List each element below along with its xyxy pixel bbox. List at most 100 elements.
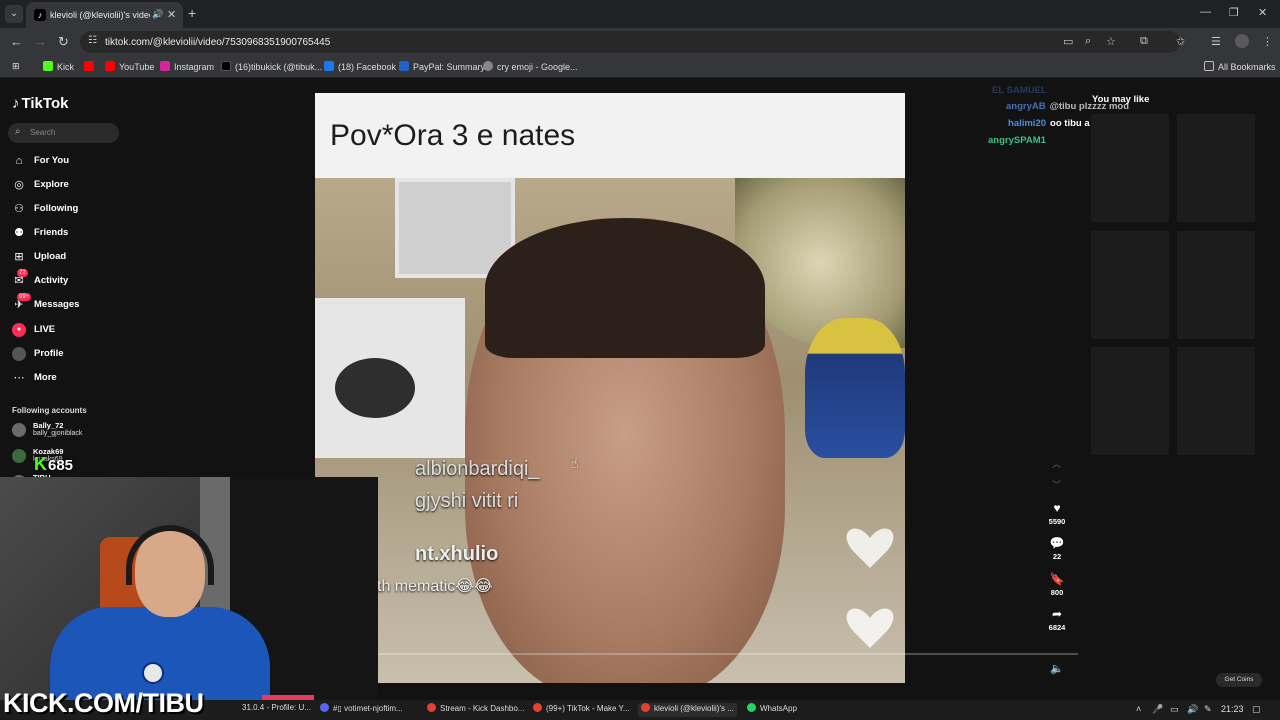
chrome-icon (641, 703, 650, 712)
youtube-icon (105, 61, 115, 71)
bookmark-google[interactable]: cry emoji - Google... (483, 61, 578, 72)
back-icon[interactable]: ← (10, 34, 23, 49)
following-account[interactable]: Bally_72 bally_gjoniblack (12, 421, 132, 443)
save-button[interactable]: 🔖 800 (1044, 572, 1070, 597)
save-count: 800 (1050, 588, 1064, 597)
bookmark-youtube-label[interactable]: YouTube (105, 61, 154, 72)
bookmark-tiktok[interactable]: (16)tibukick (@tibuk... (221, 61, 322, 72)
video-overlay-text: albionbardiqi_ (415, 458, 540, 480)
suggested-video-thumb[interactable] (1177, 347, 1255, 455)
media-icon[interactable]: ☰ (1211, 35, 1221, 48)
new-tab-button[interactable]: + (188, 5, 196, 21)
install-icon[interactable]: ▭ (1063, 35, 1073, 48)
nav-explore[interactable]: ◎ Explore (12, 177, 132, 195)
pen-icon[interactable]: ✎ (1204, 704, 1212, 715)
bookmark-icon: 🔖 (1049, 572, 1065, 586)
hand-cursor-icon: ☝ (570, 455, 579, 471)
chevron-up-icon[interactable]: ︿ (1052, 457, 1061, 470)
zoom-icon[interactable]: ⌕ (1085, 35, 1091, 48)
like-button[interactable]: ♥ 5590 (1044, 501, 1070, 526)
taskbar-item[interactable]: (99+) TikTok - Make Y... (533, 703, 630, 717)
suggested-video-thumb[interactable] (1177, 231, 1255, 339)
tab-active[interactable]: ♪ klevioli (@kleviolii)'s video 🔊 ✕ (26, 2, 183, 28)
avatar (12, 449, 26, 463)
bookmark-youtube[interactable] (84, 61, 98, 72)
video-frame[interactable]: albionbardiqi_ gjyshi vitit ri nt.xhulio… (315, 178, 905, 683)
chat-message: EL SAMUEL (992, 85, 1047, 96)
volume-icon[interactable]: 🔈 (1050, 662, 1064, 675)
bookmark-paypal[interactable]: PayPal: Summary (399, 61, 485, 72)
nav-upload[interactable]: ⊞ Upload (12, 249, 132, 267)
tab-search-icon[interactable]: ⌄ (5, 5, 23, 23)
all-bookmarks[interactable]: All Bookmarks (1204, 61, 1276, 72)
favorites-icon[interactable]: ✩ (1176, 35, 1185, 48)
tab-strip: ⌄ ♪ klevioli (@kleviolii)'s video 🔊 ✕ + … (0, 0, 1280, 28)
chevron-down-icon[interactable]: ﹀ (1052, 478, 1061, 491)
nav-following[interactable]: ⚇ Following (12, 201, 132, 219)
video-appliance (315, 298, 465, 458)
bookmarks-bar: ⊞ Kick YouTube Instagram (16)tibukick (@… (0, 56, 1280, 78)
bookmark-kick[interactable]: Kick (43, 61, 74, 72)
apps-icon[interactable]: ⊞ (12, 61, 20, 72)
messages-badge: 99+ (17, 293, 32, 301)
bookmark-facebook[interactable]: (18) Facebook (324, 61, 396, 72)
nav-more[interactable]: ⋯ More (12, 370, 132, 388)
kick-logo-icon: K (34, 454, 47, 474)
upload-icon: ⊞ (14, 251, 24, 263)
browser-toolbar: ← → ↻ ☷ tiktok.com/@kleviolii/video/7530… (0, 28, 1280, 56)
facebook-icon (324, 61, 334, 71)
taskbar-item[interactable]: Stream - Kick Dashbo... (427, 703, 524, 717)
you-may-like-title: You may like (1092, 94, 1150, 105)
nav-activity[interactable]: ✉ 72 Activity (12, 269, 132, 291)
get-coins-button[interactable]: Get Coins (1216, 673, 1262, 687)
taskbar-item[interactable]: 31.0.4 - Profile: U... (242, 703, 311, 717)
minimize-icon[interactable]: — (1200, 6, 1211, 18)
suggested-video-thumb[interactable] (1177, 114, 1255, 222)
notifications-icon[interactable]: ▢ (1252, 704, 1261, 715)
nav-live[interactable]: ● LIVE (12, 322, 132, 340)
taskbar-item[interactable]: WhatsApp (747, 703, 797, 717)
suggested-video-thumb[interactable] (1091, 347, 1169, 455)
close-window-icon[interactable]: ✕ (1258, 6, 1267, 19)
suggested-video-thumb[interactable] (1091, 114, 1169, 222)
more-icon: ⋯ (13, 372, 25, 384)
suggested-video-thumb[interactable] (1091, 231, 1169, 339)
restore-icon[interactable]: ❐ (1229, 6, 1239, 19)
nav-friends[interactable]: ⚉ Friends (12, 225, 132, 243)
close-tab-icon[interactable]: ✕ (167, 8, 176, 21)
tiktok-logo[interactable]: ♪ TikTok (12, 95, 68, 112)
menu-icon[interactable]: ⋮ (1262, 35, 1273, 48)
video-overlay-text: nt.xhulio (415, 543, 499, 565)
friends-icon: ⚉ (14, 227, 24, 239)
microphone-icon[interactable]: 🎤 (1152, 704, 1163, 715)
site-info-icon[interactable]: ☷ (88, 35, 97, 46)
nav-for-you[interactable]: ⌂ For You (12, 153, 132, 171)
search-icon: ⌕ (15, 126, 21, 137)
following-accounts-title: Following accounts (12, 406, 87, 415)
bookmark-instagram[interactable]: Instagram (160, 61, 214, 72)
comment-icon: 💬 (1049, 536, 1065, 550)
nav-messages[interactable]: ✈ 99+ Messages (12, 293, 132, 315)
speaker-icon[interactable]: 🔊 (152, 9, 163, 20)
nav-profile[interactable]: Profile (12, 346, 132, 364)
address-bar[interactable]: ☷ tiktok.com/@kleviolii/video/7530968351… (80, 31, 1180, 53)
star-icon[interactable]: ☆ (1106, 35, 1116, 48)
webcam-feed (0, 477, 378, 720)
forward-icon[interactable]: → (34, 34, 47, 49)
video-player[interactable]: Pov*Ora 3 e nates albionbardiqi_ gjyshi … (315, 93, 905, 683)
share-count: 6824 (1048, 623, 1066, 632)
taskbar-item[interactable]: #▯ votimet-njoftim... (320, 703, 403, 717)
extensions-icon[interactable]: ⧉ (1140, 35, 1148, 48)
clock[interactable]: 21:23 (1221, 704, 1244, 714)
search-input[interactable]: ⌕ Search (8, 123, 119, 143)
tray-chevron-icon[interactable]: ˄ (1136, 704, 1141, 714)
reload-icon[interactable]: ↻ (58, 34, 69, 50)
share-button[interactable]: ➦ 6824 (1044, 607, 1070, 632)
comment-button[interactable]: 💬 22 (1044, 536, 1070, 561)
profile-avatar[interactable] (1235, 34, 1249, 48)
video-progress-bar[interactable] (315, 653, 1078, 655)
taskbar-item-active[interactable]: klevioli (@kleviolii)'s ... (638, 703, 737, 717)
speaker-tray-icon[interactable]: 🔊 (1187, 704, 1198, 715)
network-icon[interactable]: ▭ (1170, 704, 1179, 715)
comment-count: 22 (1052, 552, 1062, 561)
